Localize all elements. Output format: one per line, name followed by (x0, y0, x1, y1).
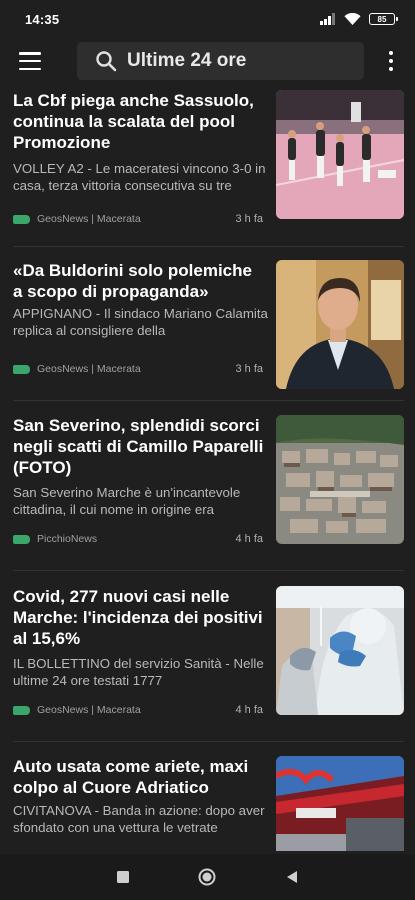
article-title[interactable]: La Cbf piega anche Sassuolo, continua la… (13, 90, 265, 153)
article-card[interactable]: La Cbf piega anche Sassuolo, continua la… (13, 90, 404, 230)
signal-icon (320, 13, 335, 25)
battery-level: 85 (377, 14, 387, 24)
tag-icon (13, 705, 30, 715)
more-options-icon[interactable] (385, 51, 397, 71)
article-title[interactable]: «Da Buldorini solo polemiche a scopo di … (13, 260, 265, 302)
article-snippet: CIVITANOVA - Banda in azione: dopo aver … (13, 803, 265, 835)
article-source: PicchioNews (37, 533, 98, 545)
article-age: 3 h fa (235, 363, 263, 375)
article-title[interactable]: Auto usata come ariete, maxi colpo al Cu… (13, 756, 265, 798)
article-snippet: VOLLEY A2 - Le maceratesi vincono 3-0 in… (13, 161, 266, 193)
article-meta: GeosNews | Macerata 4 h fa (13, 703, 263, 717)
article-card[interactable]: Covid, 277 nuovi casi nelle Marche: l'in… (13, 586, 404, 726)
divider (13, 570, 404, 571)
divider (13, 246, 404, 247)
article-card[interactable]: «Da Buldorini solo polemiche a scopo di … (13, 260, 404, 400)
menu-icon[interactable] (19, 52, 41, 70)
back-triangle-icon (287, 871, 297, 883)
covid-test-photo[interactable] (276, 586, 404, 715)
volleyball-photo[interactable] (276, 90, 404, 219)
divider (13, 741, 404, 742)
app-bar: Ultime 24 ore (0, 38, 415, 84)
article-card[interactable]: Auto usata come ariete, maxi colpo al Cu… (13, 756, 404, 854)
article-card[interactable]: San Severino, splendidi scorci negli sca… (13, 415, 404, 555)
mall-photo[interactable] (276, 756, 404, 851)
article-title[interactable]: Covid, 277 nuovi casi nelle Marche: l'in… (13, 586, 265, 649)
article-meta: PicchioNews 4 h fa (13, 532, 263, 546)
town-aerial-photo[interactable] (276, 415, 404, 544)
article-meta: GeosNews | Macerata 3 h fa (13, 212, 263, 226)
portrait-photo[interactable] (276, 260, 404, 389)
tag-icon (13, 364, 30, 374)
battery-icon: 85 (369, 13, 398, 25)
search-bar[interactable]: Ultime 24 ore (77, 42, 364, 80)
status-time: 14:35 (25, 11, 60, 27)
recents-button[interactable] (114, 868, 132, 886)
status-icons: 85 (320, 13, 398, 25)
search-query: Ultime 24 ore (127, 50, 247, 71)
tag-icon (13, 534, 30, 544)
wifi-icon (344, 13, 361, 25)
news-feed: La Cbf piega anche Sassuolo, continua la… (0, 84, 415, 854)
circle-icon (198, 868, 216, 886)
home-button[interactable] (198, 868, 216, 886)
article-snippet: APPIGNANO - Il sindaco Mariano Calamita … (13, 306, 268, 338)
system-nav-bar (0, 854, 415, 900)
article-snippet: San Severino Marche è un'incantevole cit… (13, 485, 241, 517)
article-age: 4 h fa (235, 704, 263, 716)
article-meta: GeosNews | Macerata 3 h fa (13, 362, 263, 376)
search-icon (96, 51, 117, 72)
article-snippet: IL BOLLETTINO del servizio Sanità - Nell… (13, 656, 264, 688)
article-source: GeosNews | Macerata (37, 363, 141, 375)
divider (13, 400, 404, 401)
article-title[interactable]: San Severino, splendidi scorci negli sca… (13, 415, 265, 478)
back-button[interactable] (283, 868, 301, 886)
article-age: 3 h fa (235, 213, 263, 225)
status-bar: 14:35 85 (0, 0, 415, 38)
article-source: GeosNews | Macerata (37, 704, 141, 716)
tag-icon (13, 214, 30, 224)
article-source: GeosNews | Macerata (37, 213, 141, 225)
square-icon (117, 871, 129, 883)
article-age: 4 h fa (235, 533, 263, 545)
